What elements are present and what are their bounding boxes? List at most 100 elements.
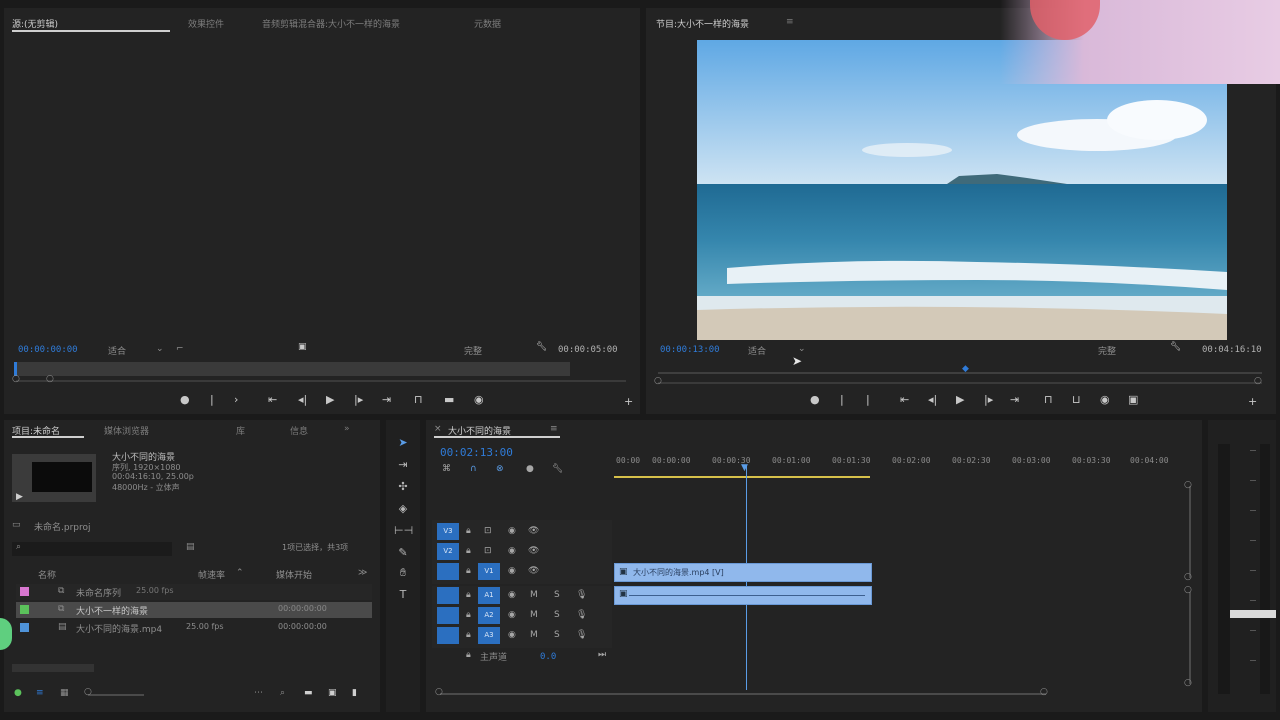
source-fit-chevron-icon[interactable]: ⌄ bbox=[156, 344, 164, 354]
a3-solo-icon[interactable]: S bbox=[554, 630, 560, 640]
master-track-skip-icon[interactable]: ⏭︎ bbox=[598, 650, 606, 660]
timeline-settings-icon[interactable]: 🔧︎ bbox=[552, 464, 563, 474]
master-track-volume[interactable]: 0.0 bbox=[540, 652, 556, 662]
source-overwrite-icon[interactable]: ▬ bbox=[444, 394, 454, 406]
program-quality-dropdown[interactable]: 完整 bbox=[1098, 344, 1116, 357]
source-time-ruler[interactable] bbox=[14, 362, 570, 376]
source-mark-out-icon[interactable]: › bbox=[234, 394, 238, 406]
tab-effect-controls[interactable]: 效果控件 bbox=[188, 17, 224, 30]
sort-ascending-icon[interactable]: ⌃ bbox=[236, 568, 244, 578]
video-scroll-handle-bottom[interactable]: ○ bbox=[1184, 572, 1192, 582]
a1-mic-icon[interactable]: 🎙︎ bbox=[576, 590, 587, 600]
column-name[interactable]: 名称 bbox=[38, 568, 56, 581]
source-go-to-in-icon[interactable]: ⇤ bbox=[268, 394, 277, 406]
project-search-input[interactable] bbox=[12, 542, 172, 556]
tab-media-browser[interactable]: 媒体浏览器 bbox=[104, 424, 149, 437]
a1-mute-icon[interactable]: M bbox=[530, 590, 538, 600]
video-vertical-scrollbar[interactable] bbox=[1189, 486, 1191, 578]
v1-output-icon[interactable]: ◉ bbox=[508, 566, 516, 576]
program-wrench-icon[interactable]: 🔧︎ bbox=[1170, 342, 1181, 352]
v3-sync-icon[interactable]: ⊡ bbox=[484, 526, 492, 536]
source-export-frame-icon[interactable]: ◉ bbox=[474, 394, 484, 406]
program-go-to-in-icon[interactable]: ⇤ bbox=[900, 394, 909, 406]
nest-icon[interactable]: ⌘ bbox=[442, 464, 451, 474]
v1-lock-icon[interactable]: 🔒︎ bbox=[466, 566, 471, 576]
pen-tool-icon[interactable]: ✎ bbox=[394, 546, 412, 562]
v3-lock-icon[interactable]: 🔒︎ bbox=[466, 526, 471, 536]
program-title-chevron-icon[interactable]: ≡ bbox=[786, 17, 794, 27]
program-go-to-out-icon[interactable]: ⇥ bbox=[1010, 394, 1019, 406]
timeline-playhead-marker[interactable]: ▼ bbox=[741, 463, 748, 473]
source-zoom-handle-left[interactable]: ○ bbox=[12, 374, 20, 384]
program-play-icon[interactable]: ▶ bbox=[956, 394, 964, 406]
v3-visibility-icon[interactable]: 👁︎ bbox=[528, 526, 539, 536]
source-go-to-out-icon[interactable]: ⇥ bbox=[382, 394, 391, 406]
program-time-ruler[interactable] bbox=[658, 372, 1262, 374]
source-settings-icon[interactable]: ▣ bbox=[298, 342, 307, 352]
list-item-sequence-1[interactable]: ⧉ 未命名序列 25.00 fps bbox=[16, 584, 372, 600]
audio-scroll-handle-bottom[interactable]: ○ bbox=[1184, 678, 1192, 688]
timeline-scroll-handle-right[interactable]: ○ bbox=[1040, 687, 1048, 697]
selection-tool-icon[interactable]: ➤ bbox=[394, 436, 412, 452]
v2-source-patch[interactable]: V2 bbox=[437, 543, 459, 560]
zoom-slider[interactable] bbox=[88, 694, 144, 696]
program-playhead-marker[interactable]: ◆ bbox=[962, 364, 969, 374]
tab-libraries[interactable]: 库 bbox=[236, 424, 245, 437]
timeline-menu-icon[interactable]: ≡ bbox=[550, 424, 558, 434]
column-frame-rate[interactable]: 帧速率 bbox=[198, 568, 225, 581]
tab-audio-clip-mixer[interactable]: 音频剪辑混合器:大小不一样的海景 bbox=[262, 17, 400, 30]
a2-solo-icon[interactable]: S bbox=[554, 610, 560, 620]
source-wrench-icon[interactable]: 🔧︎ bbox=[536, 342, 547, 352]
list-item-clip[interactable]: ▤ 大小不同的海景.mp4 25.00 fps 00:00:00:00 bbox=[16, 620, 372, 636]
source-playhead-timecode[interactable]: 00:00:00:00 bbox=[18, 345, 78, 355]
clear-icon[interactable]: ▮ bbox=[352, 688, 357, 698]
timeline-timecode[interactable]: 00:02:13:00 bbox=[440, 446, 513, 459]
a3-mute-icon[interactable]: M bbox=[530, 630, 538, 640]
add-marker-icon[interactable]: ● bbox=[526, 464, 534, 474]
audio-vertical-scrollbar[interactable] bbox=[1189, 592, 1191, 684]
program-export-frame-icon[interactable]: ◉ bbox=[1100, 394, 1110, 406]
program-playhead-timecode[interactable]: 00:00:13:00 bbox=[660, 345, 720, 355]
timeline-horizontal-scrollbar[interactable] bbox=[440, 693, 1046, 695]
a2-source-patch[interactable] bbox=[437, 607, 459, 624]
list-view-icon[interactable]: ≡ bbox=[36, 688, 44, 698]
clip-play-icon[interactable]: ▶ bbox=[16, 492, 23, 502]
a1-solo-icon[interactable]: S bbox=[554, 590, 560, 600]
v1-visibility-icon[interactable]: 👁︎ bbox=[528, 566, 539, 576]
source-step-forward-icon[interactable]: |▸ bbox=[354, 394, 363, 406]
source-play-icon[interactable]: ▶ bbox=[326, 394, 334, 406]
a2-mic-icon[interactable]: 🎙︎ bbox=[576, 610, 587, 620]
snap-icon[interactable]: ∩ bbox=[470, 464, 477, 474]
timeline-scroll-handle-left[interactable]: ○ bbox=[435, 687, 443, 697]
a2-output-icon[interactable]: ◉ bbox=[508, 610, 516, 620]
audio-clip-a1[interactable]: ▣ bbox=[614, 586, 872, 605]
track-select-tool-icon[interactable]: ⇥ bbox=[394, 458, 412, 474]
project-horizontal-scrollbar[interactable] bbox=[12, 664, 94, 672]
find-icon[interactable]: ⌕ bbox=[280, 688, 285, 698]
video-clip-v1[interactable]: ▣ 大小不同的海景.mp4 [V] bbox=[614, 563, 872, 582]
source-step-back-icon[interactable]: ◂| bbox=[298, 394, 307, 406]
program-mark-in-icon[interactable]: | bbox=[840, 394, 844, 406]
source-mark-in-icon[interactable]: | bbox=[210, 394, 214, 406]
new-item-icon[interactable]: ▣ bbox=[328, 688, 337, 698]
work-area-bar[interactable] bbox=[614, 476, 870, 478]
sort-icon[interactable]: ⋯ bbox=[254, 688, 263, 698]
a2-track-target[interactable]: A2 bbox=[478, 607, 500, 624]
project-panel-overflow-icon[interactable]: » bbox=[344, 424, 350, 434]
v1-source-patch[interactable] bbox=[437, 563, 459, 580]
program-zoom-handle-right[interactable]: ○ bbox=[1254, 376, 1262, 386]
v2-lock-icon[interactable]: 🔒︎ bbox=[466, 546, 471, 556]
column-media-start[interactable]: 媒体开始 bbox=[276, 568, 312, 581]
program-more-icon[interactable]: + bbox=[1248, 396, 1257, 408]
a2-lock-icon[interactable]: 🔒︎ bbox=[466, 610, 471, 620]
v3-source-patch[interactable]: V3 bbox=[437, 523, 459, 540]
a1-lock-icon[interactable]: 🔒︎ bbox=[466, 590, 471, 600]
new-bin-icon[interactable]: ▬ bbox=[304, 688, 313, 698]
hand-tool-icon[interactable]: ✋︎ bbox=[394, 566, 412, 582]
program-lift-icon[interactable]: ⊓ bbox=[1044, 394, 1053, 406]
tab-metadata[interactable]: 元数据 bbox=[474, 17, 501, 30]
a1-output-icon[interactable]: ◉ bbox=[508, 590, 516, 600]
tab-info[interactable]: 信息 bbox=[290, 424, 308, 437]
source-more-icon[interactable]: + bbox=[624, 396, 633, 408]
v2-sync-icon[interactable]: ⊡ bbox=[484, 546, 492, 556]
